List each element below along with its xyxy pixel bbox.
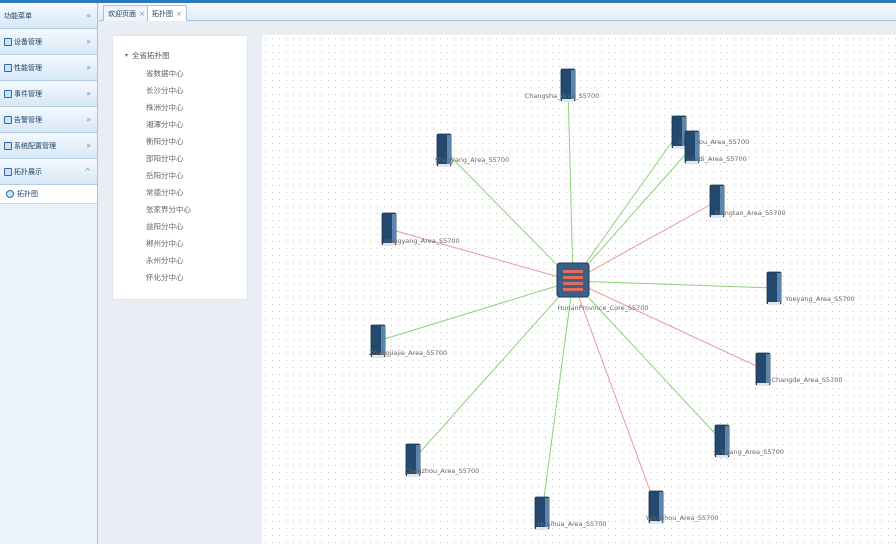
node-label: Hengyang_Area_S5700 bbox=[384, 237, 459, 245]
tree-item[interactable]: 永州分中心 bbox=[146, 255, 184, 266]
app-window: 功能菜单 « 设备管理 » 性能管理 » 事件管理 » 告警管理 » 系统配置管… bbox=[0, 0, 896, 544]
node-label: Zhangjiajie_Area_S5700 bbox=[369, 349, 447, 357]
tab-label: 欢迎页面 bbox=[108, 9, 136, 18]
link-line[interactable] bbox=[443, 149, 574, 282]
link-line[interactable] bbox=[412, 280, 574, 461]
link-line[interactable] bbox=[572, 131, 680, 282]
sidebar-section-alarm[interactable]: 告警管理 » bbox=[0, 107, 97, 133]
sidebar-section-event[interactable]: 事件管理 » bbox=[0, 81, 97, 107]
close-icon[interactable]: × bbox=[139, 10, 145, 18]
sidebar-item-label: 拓扑图 bbox=[17, 190, 38, 198]
server-node[interactable] bbox=[755, 352, 771, 386]
tree-root[interactable]: ▾ 全省拓扑图 bbox=[125, 50, 170, 61]
tree-item[interactable]: 长沙分中心 bbox=[146, 85, 184, 96]
link-line[interactable] bbox=[572, 280, 764, 370]
node-label: Changde_Area_S5700 bbox=[771, 376, 842, 384]
server-icon-base bbox=[768, 302, 780, 305]
topology-canvas[interactable]: Changsha_Area_S5700 Zhuzhou_Area_S5700 Xia… bbox=[262, 35, 896, 544]
chevron-up-icon[interactable]: ^ bbox=[84, 167, 91, 176]
performance-icon bbox=[4, 63, 12, 72]
topology-graph[interactable]: Changsha_Area_S5700Zhuzhou_Area_S5700Xia… bbox=[262, 35, 896, 544]
sidebar-section-performance[interactable]: 性能管理 » bbox=[0, 55, 97, 81]
sidebar-section-device[interactable]: 设备管理 » bbox=[0, 29, 97, 55]
link-line[interactable] bbox=[572, 200, 718, 282]
sidebar-section-config[interactable]: 系统配置管理 » bbox=[0, 133, 97, 159]
switch-port-icon bbox=[563, 282, 583, 285]
event-icon bbox=[4, 89, 12, 98]
node-label: Yueyang_Area_S5700 bbox=[784, 295, 855, 303]
tree-item[interactable]: 张家界分中心 bbox=[146, 204, 191, 215]
node-label: Huaihua_Area_S5700 bbox=[537, 520, 606, 528]
topology-tree-panel: ▾ 全省拓扑图 省数据中心 长沙分中心 株洲分中心 湘潭分中心 衡阳分中心 邵阳… bbox=[112, 35, 248, 300]
node-label: Shaoyang_Area_S5700 bbox=[435, 156, 509, 164]
chevron-down-icon[interactable]: » bbox=[86, 63, 91, 72]
switch-port-icon bbox=[563, 276, 583, 279]
hub-label: HunanProvince_Core_S5700 bbox=[557, 304, 648, 312]
tree-item[interactable]: 湘潭分中心 bbox=[146, 119, 184, 130]
tree-item[interactable]: 常德分中心 bbox=[146, 187, 184, 198]
tab-bar: 欢迎页面 × 拓扑图 × bbox=[99, 3, 896, 21]
sidebar-section-label: 事件管理 bbox=[14, 89, 42, 98]
sidebar-section-label: 性能管理 bbox=[14, 63, 42, 72]
tree-item[interactable]: 怀化分中心 bbox=[146, 272, 184, 283]
server-node[interactable] bbox=[766, 271, 782, 305]
tree-item[interactable]: 邵阳分中心 bbox=[146, 153, 184, 164]
node-label: Yiyang_Area_S5700 bbox=[719, 448, 784, 456]
sidebar-topology-body: 拓扑图 bbox=[0, 185, 97, 204]
server-icon-side bbox=[777, 273, 781, 303]
server-icon-base bbox=[673, 146, 685, 149]
switch-port-icon bbox=[563, 288, 583, 291]
sidebar-section-label: 系统配置管理 bbox=[14, 141, 56, 150]
tab-topology[interactable]: 拓扑图 × bbox=[147, 5, 187, 21]
tree-item[interactable]: 益阳分中心 bbox=[146, 221, 184, 232]
tree-item[interactable]: 衡阳分中心 bbox=[146, 136, 184, 147]
tree-item[interactable]: 岳阳分中心 bbox=[146, 170, 184, 181]
chevron-down-icon[interactable]: » bbox=[86, 37, 91, 46]
sidebar-header-menu[interactable]: 功能菜单 « bbox=[0, 3, 97, 29]
node-label: Xiangtan_Area_S5700 bbox=[714, 209, 785, 217]
server-icon-side bbox=[766, 354, 770, 384]
tree-root-label: 全省拓扑图 bbox=[132, 51, 170, 60]
server-icon-base bbox=[757, 383, 769, 386]
node-label: Loudi_Area_S5700 bbox=[687, 155, 747, 163]
alarm-icon bbox=[4, 115, 12, 124]
sidebar-section-label: 拓扑展示 bbox=[14, 167, 42, 176]
link-line[interactable] bbox=[572, 280, 775, 289]
chevron-down-icon[interactable]: » bbox=[86, 141, 91, 150]
sidebar-section-label: 告警管理 bbox=[14, 115, 42, 124]
switch-port-icon bbox=[563, 270, 583, 273]
config-icon bbox=[4, 141, 12, 150]
chevron-down-icon[interactable]: » bbox=[86, 89, 91, 98]
link-line[interactable] bbox=[377, 280, 574, 342]
link-line[interactable] bbox=[567, 84, 574, 282]
node-label: Chenzhou_Area_S5700 bbox=[405, 467, 480, 475]
link-line[interactable] bbox=[541, 280, 574, 514]
chevron-down-icon[interactable]: » bbox=[86, 115, 91, 124]
tree-item[interactable]: 郴州分中心 bbox=[146, 238, 184, 249]
collapse-left-icon[interactable]: « bbox=[86, 11, 91, 20]
device-icon bbox=[4, 37, 12, 46]
sidebar-section-label: 设备管理 bbox=[14, 37, 42, 46]
sidebar-section-topology[interactable]: 拓扑展示 ^ bbox=[0, 159, 97, 185]
sidebar: 功能菜单 « 设备管理 » 性能管理 » 事件管理 » 告警管理 » 系统配置管… bbox=[0, 3, 98, 544]
close-icon[interactable]: × bbox=[176, 10, 182, 18]
core-switch-node[interactable] bbox=[556, 262, 590, 298]
caret-down-icon[interactable]: ▾ bbox=[125, 52, 128, 59]
node-label: Changsha_Area_S5700 bbox=[525, 92, 600, 100]
tab-label: 拓扑图 bbox=[152, 9, 173, 18]
topology-map-icon bbox=[6, 190, 14, 198]
link-line[interactable] bbox=[572, 146, 693, 282]
server-icon-base bbox=[438, 164, 450, 167]
sidebar-header-label: 功能菜单 bbox=[4, 11, 32, 20]
node-label: Yongzhou_Area_S5700 bbox=[644, 514, 718, 522]
sidebar-item-topology-map[interactable]: 拓扑图 bbox=[0, 185, 97, 203]
tab-welcome[interactable]: 欢迎页面 × bbox=[103, 5, 150, 21]
tree-item[interactable]: 株洲分中心 bbox=[146, 102, 184, 113]
core-switch-icon bbox=[556, 262, 590, 298]
topology-icon bbox=[4, 167, 12, 176]
link-line[interactable] bbox=[572, 280, 657, 508]
tree-item[interactable]: 省数据中心 bbox=[146, 68, 184, 79]
